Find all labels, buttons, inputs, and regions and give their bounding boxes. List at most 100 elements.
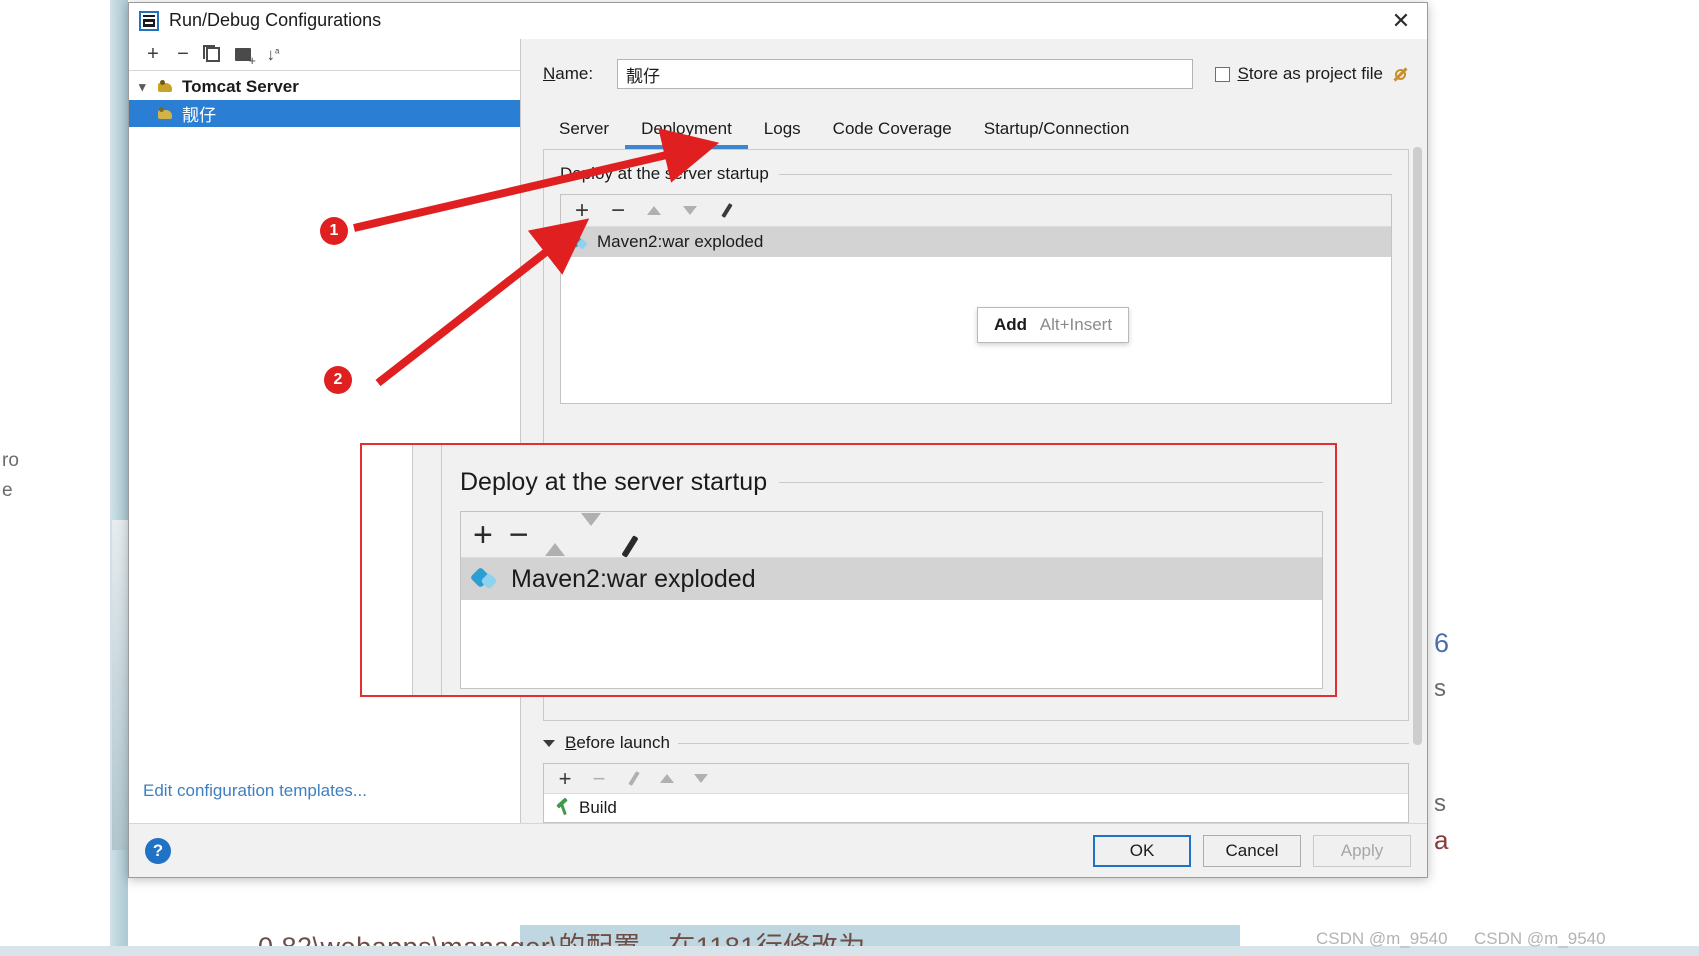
minus-icon: − <box>592 765 606 791</box>
minus-icon: − <box>610 196 625 224</box>
before-launch-move-up-button[interactable] <box>654 767 680 791</box>
store-as-project-file-row[interactable]: Store as project file <box>1215 64 1409 84</box>
triangle-down-icon <box>683 206 697 215</box>
triangle-up-icon <box>660 774 674 783</box>
before-launch-item-label: Build <box>579 798 617 817</box>
folder-add-icon <box>235 48 256 67</box>
tooltip-shortcut: Alt+Insert <box>1039 315 1113 334</box>
tooltip-title: Add <box>994 315 1028 334</box>
before-launch-section: Before launch + − Build <box>543 721 1409 823</box>
maven-artifact-icon <box>571 234 589 250</box>
deploy-remove-button[interactable]: − <box>605 196 631 224</box>
annotation-badge-2: 2 <box>324 366 352 394</box>
inset-list-toolbar: + − <box>461 512 1322 558</box>
dialog-footer: ? OK Cancel Apply <box>129 823 1427 877</box>
deploy-section-title: Deploy at the server startup <box>560 164 769 183</box>
editor-scrollbar[interactable] <box>1411 147 1423 765</box>
intellij-idea-icon <box>139 10 159 31</box>
dialog-body: + − ↓a ▾ Tomcat Server <box>129 39 1427 823</box>
tomcat-config-icon <box>157 106 175 122</box>
inset-content: Deploy at the server startup + − Maven2:… <box>412 445 1335 695</box>
before-launch-move-down-button[interactable] <box>688 767 714 791</box>
gear-icon[interactable] <box>1392 66 1409 83</box>
name-row: Name: Store as project file <box>521 39 1427 89</box>
triangle-down-icon <box>694 774 708 783</box>
annotation-badge-1: 1 <box>320 217 348 245</box>
close-icon[interactable]: ✕ <box>1375 3 1427 39</box>
magnified-inset: Deploy at the server startup + − Maven2:… <box>360 443 1337 697</box>
triangle-down-icon[interactable] <box>543 739 555 747</box>
background-right-snippet-2: s <box>1434 790 1446 817</box>
plus-icon: + <box>473 515 493 554</box>
watermark-primary: CSDN @m_9540 <box>1316 929 1448 948</box>
tree-group-label: Tomcat Server <box>182 76 299 96</box>
dialog-titlebar: Run/Debug Configurations ✕ <box>129 3 1427 39</box>
tab-server[interactable]: Server <box>543 115 625 149</box>
configuration-editor-pane: Name: Store as project file Server Deplo… <box>521 39 1427 823</box>
tab-code-coverage[interactable]: Code Coverage <box>817 115 968 149</box>
inset-move-up-button[interactable] <box>544 525 565 556</box>
tree-item-label: 靓仔 <box>182 106 216 125</box>
before-launch-item[interactable]: Build <box>544 794 1408 822</box>
deploy-edit-button[interactable] <box>713 199 739 223</box>
tree-group-tomcat-server[interactable]: ▾ Tomcat Server <box>129 73 520 100</box>
inset-remove-button[interactable]: − <box>509 518 529 552</box>
inset-section-title: Deploy at the server startup <box>460 468 768 496</box>
chevron-down-icon[interactable]: ▾ <box>139 79 157 95</box>
plus-icon: + <box>147 43 159 65</box>
store-as-project-file-checkbox[interactable] <box>1215 66 1231 82</box>
inset-list-box: + − Maven2:war exploded <box>460 511 1323 689</box>
sort-az-icon: ↓a <box>266 44 280 64</box>
help-icon[interactable]: ? <box>145 837 171 864</box>
tree-item-configuration[interactable]: 靓仔 <box>129 100 520 127</box>
background-snippet-0: ro <box>2 450 19 471</box>
deploy-move-down-button[interactable] <box>677 199 703 223</box>
edit-configuration-templates-link[interactable]: Edit configuration templates... <box>143 781 367 800</box>
inset-add-button[interactable]: + <box>473 518 493 552</box>
watermark-secondary: CSDN @m_9540 <box>1474 929 1606 948</box>
tab-startup-connection[interactable]: Startup/Connection <box>968 115 1146 149</box>
tab-logs[interactable]: Logs <box>748 115 817 149</box>
inset-list-item-label: Maven2:war exploded <box>511 564 756 593</box>
add-configuration-button[interactable]: + <box>139 42 167 68</box>
inset-section-header: Deploy at the server startup <box>442 445 1335 497</box>
before-launch-edit-button[interactable] <box>620 767 646 791</box>
background-right-snippet-0: 6 <box>1434 628 1450 658</box>
deploy-add-button[interactable]: + <box>569 196 595 224</box>
ok-button[interactable]: OK <box>1093 834 1191 867</box>
add-tooltip: Add Alt+Insert <box>977 307 1130 343</box>
scrollbar-thumb[interactable] <box>1413 147 1422 745</box>
deploy-list-item[interactable]: Maven2:war exploded <box>561 227 1391 257</box>
deploy-section-header: Deploy at the server startup <box>544 150 1408 184</box>
name-input[interactable] <box>617 59 1194 89</box>
before-launch-header[interactable]: Before launch <box>543 721 1409 753</box>
inset-list-empty-area <box>461 600 1322 688</box>
triangle-up-icon <box>647 206 661 215</box>
inset-list-item[interactable]: Maven2:war exploded <box>461 558 1322 600</box>
before-launch-toolbar: + − <box>544 764 1408 794</box>
background-right-strip <box>1428 0 1699 956</box>
background-left-image <box>112 520 128 850</box>
inset-move-down-button[interactable] <box>580 512 601 544</box>
deploy-list-item-label: Maven2:war exploded <box>597 232 764 251</box>
configurations-pane-footer: Edit configuration templates... <box>129 781 520 823</box>
section-divider <box>677 742 1409 744</box>
name-label: Name: <box>543 64 594 83</box>
deploy-move-up-button[interactable] <box>641 199 667 223</box>
tomcat-icon <box>157 79 175 95</box>
maven-artifact-icon <box>473 567 499 591</box>
save-configuration-button[interactable] <box>229 42 257 68</box>
copy-configuration-button[interactable] <box>199 42 227 68</box>
background-right-snippet-3: a <box>1434 825 1449 855</box>
tab-deployment[interactable]: Deployment <box>625 115 748 149</box>
background-right-snippet-1: s <box>1434 675 1446 702</box>
triangle-down-icon <box>580 512 601 543</box>
cancel-button[interactable]: Cancel <box>1203 834 1301 867</box>
sort-configurations-button[interactable]: ↓a <box>259 42 287 68</box>
before-launch-remove-button[interactable]: − <box>586 767 612 791</box>
plus-icon: + <box>574 196 589 224</box>
before-launch-add-button[interactable]: + <box>552 767 578 791</box>
before-launch-title: Before launch <box>565 733 670 752</box>
remove-configuration-button[interactable]: − <box>169 42 197 68</box>
minus-icon: − <box>508 515 529 554</box>
